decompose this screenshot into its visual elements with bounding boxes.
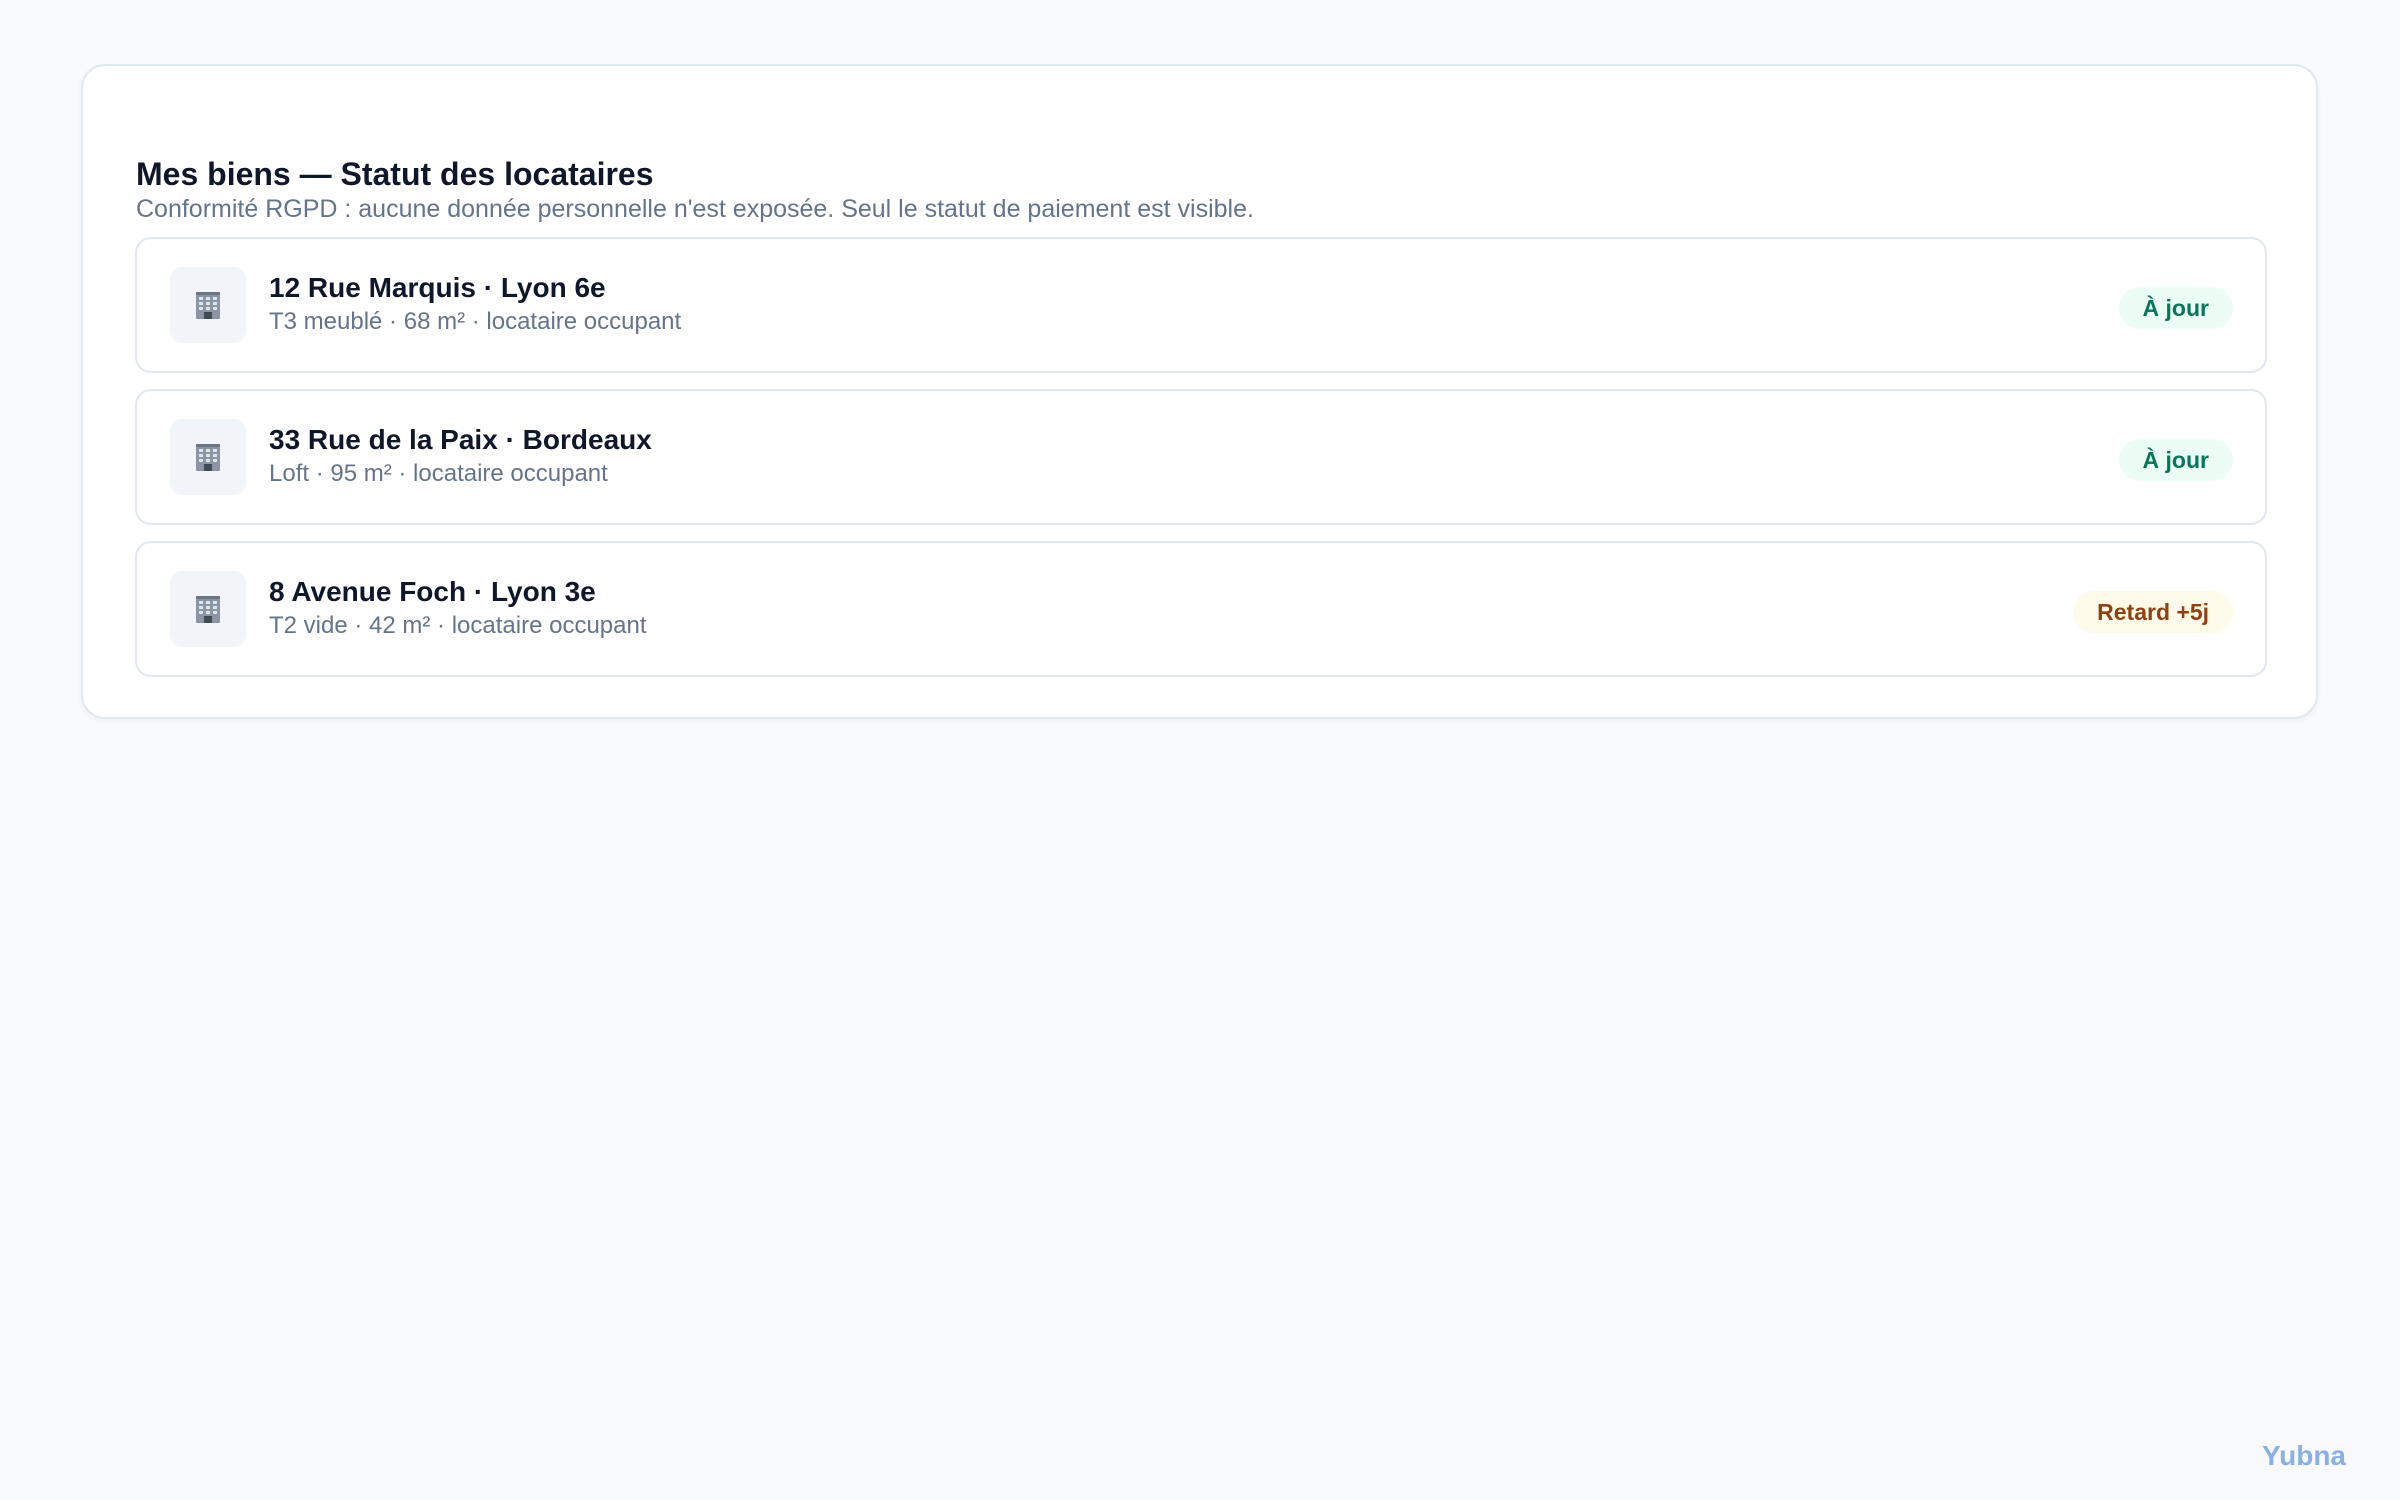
status-badge: À jour (2118, 287, 2233, 329)
property-meta: Loft · 95 m² · locataire occupant (269, 460, 608, 487)
property-address: 33 Rue de la Paix · Bordeaux (269, 424, 652, 455)
property-details: 8 Avenue Foch · Lyon 3e T2 vide · 42 m² … (269, 575, 647, 641)
property-meta: T2 vide · 42 m² · locataire occupant (269, 612, 647, 639)
property-address: 12 Rue Marquis · Lyon 6e (269, 272, 606, 303)
property-row[interactable]: 33 Rue de la Paix · Bordeaux Loft · 95 m… (135, 389, 2267, 525)
property-row[interactable]: 8 Avenue Foch · Lyon 3e T2 vide · 42 m² … (135, 541, 2267, 677)
gdpr-notice: Conformité RGPD : aucune donnée personne… (136, 195, 1254, 223)
property-list: 12 Rue Marquis · Lyon 6e T3 meublé · 68 … (135, 237, 2267, 693)
building-icon (170, 571, 246, 647)
property-meta: T3 meublé · 68 m² · locataire occupant (269, 308, 682, 335)
property-row[interactable]: 12 Rue Marquis · Lyon 6e T3 meublé · 68 … (135, 237, 2267, 373)
building-icon (170, 419, 246, 495)
brand-logo: Yubna (2261, 1440, 2346, 1471)
page-title: Mes biens — Statut des locataires (136, 156, 654, 192)
status-badge: Retard +5j (2073, 591, 2233, 633)
property-details: 33 Rue de la Paix · Bordeaux Loft · 95 m… (269, 423, 652, 489)
property-address: 8 Avenue Foch · Lyon 3e (269, 576, 596, 607)
status-badge: À jour (2118, 439, 2233, 481)
property-details: 12 Rue Marquis · Lyon 6e T3 meublé · 68 … (269, 271, 681, 337)
properties-panel: Mes biens — Statut des locataires Confor… (81, 64, 2318, 719)
building-icon (170, 267, 246, 343)
